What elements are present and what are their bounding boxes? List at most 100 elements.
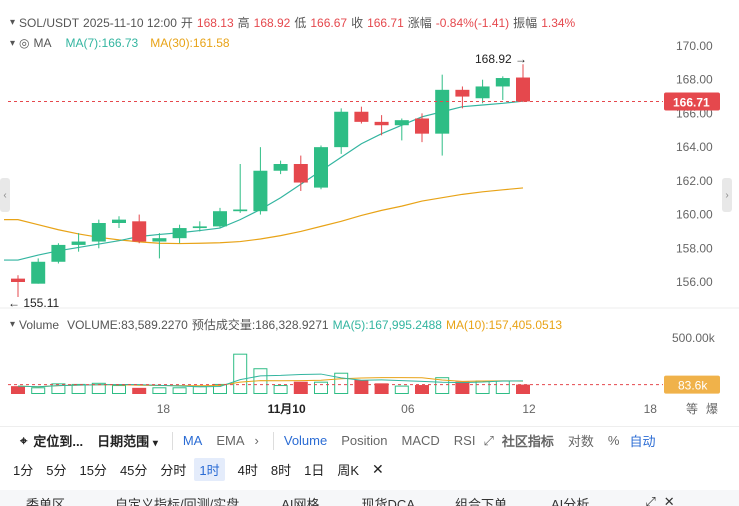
eye-icon[interactable]: ◎ <box>19 36 29 50</box>
volume-tick-label: 500.00k <box>672 331 716 345</box>
collapse-icon[interactable]: ▾ <box>10 38 15 49</box>
volume-bar <box>31 387 46 394</box>
auto-scale-button[interactable]: 自动 <box>629 431 655 450</box>
volume-bar <box>132 387 147 394</box>
tab-custom-indicators[interactable]: 自定义指标/回测/实盘 <box>115 490 239 506</box>
locate-button[interactable]: 定位到... <box>33 431 83 450</box>
chevron-right-icon[interactable]: › <box>255 433 259 448</box>
candle-body[interactable] <box>435 89 450 134</box>
chevron-down-icon: ▾ <box>152 438 158 449</box>
date-range-label: 日期范围 <box>97 434 150 449</box>
date-range-button[interactable]: 日期范围 ▾ <box>97 431 158 450</box>
current-price-label: 166.71 <box>673 95 710 109</box>
ma-label[interactable]: MA <box>34 36 52 50</box>
volume-bar <box>495 380 510 394</box>
candle-body[interactable] <box>475 86 490 99</box>
tab-ai-grid[interactable]: AI网格 <box>281 490 319 506</box>
volume-bar <box>152 387 167 394</box>
interval-1d[interactable]: 1日 <box>304 460 324 479</box>
volume-label[interactable]: Volume <box>19 318 59 332</box>
candle-body[interactable] <box>172 228 187 239</box>
candle-body[interactable] <box>314 147 328 188</box>
candle-body[interactable] <box>213 211 227 227</box>
expand-icon[interactable]: ⤢ <box>645 490 655 506</box>
volume-bar <box>354 380 369 394</box>
interval-4h[interactable]: 4时 <box>238 460 258 479</box>
scroll-right-icon[interactable]: › <box>722 178 732 212</box>
tab-combo-order[interactable]: 组合下单 <box>455 490 507 506</box>
candle-body[interactable] <box>31 261 46 284</box>
chart-canvas[interactable]: 170.00168.00166.00164.00162.00160.00158.… <box>0 0 739 426</box>
candle-body[interactable] <box>11 278 25 282</box>
estimated-volume-value: 预估成交量:186,328.9271 <box>191 318 329 332</box>
collapse-icon[interactable]: ▾ <box>10 319 15 330</box>
volume-bar <box>516 384 530 394</box>
interval-1h[interactable]: 1时 <box>194 457 225 481</box>
amplitude-value: 1.34% <box>541 15 576 30</box>
percent-scale-button[interactable]: % <box>608 433 620 448</box>
candle-body[interactable] <box>192 226 207 229</box>
candle-body[interactable] <box>394 120 409 126</box>
indicator-rsi[interactable]: RSI <box>454 433 476 448</box>
candle-body[interactable] <box>354 111 369 122</box>
candle-body[interactable] <box>455 89 470 97</box>
time-axis-extra-label[interactable]: 等 <box>686 402 698 416</box>
interval-1m[interactable]: 1分 <box>13 460 33 479</box>
candle-body[interactable] <box>233 209 248 212</box>
interval-45m[interactable]: 45分 <box>120 460 147 479</box>
candle-body[interactable] <box>112 219 126 223</box>
candle-body[interactable] <box>293 164 308 183</box>
locate-icon[interactable]: ⌖ <box>20 433 27 449</box>
candle-body[interactable] <box>51 244 66 262</box>
candle-body[interactable] <box>71 241 86 245</box>
indicator-volume[interactable]: Volume <box>284 433 327 448</box>
ma30-value: MA(30):161.58 <box>150 36 230 50</box>
tab-ai-analysis[interactable]: AI分析 <box>551 490 589 506</box>
close-icon[interactable]: ✕ <box>664 490 675 506</box>
volume-bar <box>71 383 86 395</box>
candle-body[interactable] <box>374 121 389 126</box>
tab-orders[interactable]: 委单区 <box>26 490 65 506</box>
change-value: -0.84%(-1.41) <box>435 15 510 30</box>
price-tick-label: 162.00 <box>676 174 713 188</box>
divider <box>171 431 173 450</box>
candle-body[interactable] <box>91 223 106 242</box>
interval-bar: 1分 5分 15分 45分 分时 1时 4时 8时 1日 周K ✕ <box>0 456 739 482</box>
candle-body[interactable] <box>516 77 530 102</box>
volume-bar <box>273 385 288 395</box>
indicator-ema[interactable]: EMA <box>216 433 244 448</box>
tab-spot-dca[interactable]: 现货DCA <box>362 490 415 506</box>
log-scale-button[interactable]: 对数 <box>568 431 594 450</box>
candle-body[interactable] <box>253 170 268 212</box>
scroll-left-icon[interactable]: ‹ <box>0 178 10 212</box>
time-tick-label: 06 <box>401 402 415 416</box>
indicator-position[interactable]: Position <box>341 433 387 448</box>
interval-1w[interactable]: 周K <box>337 460 359 479</box>
candle-body[interactable] <box>273 164 288 171</box>
interval-15m[interactable]: 15分 <box>79 460 106 479</box>
collapse-icon[interactable]: ▾ <box>10 17 15 28</box>
volume-legend: ▾ Volume VOLUME:83,589.2270 预估成交量:186,32… <box>10 316 566 333</box>
close-icon[interactable]: ✕ <box>372 461 384 478</box>
interval-timeline[interactable]: 分时 <box>160 460 186 479</box>
indicator-macd[interactable]: MACD <box>401 433 439 448</box>
price-tick-label: 170.00 <box>676 39 713 53</box>
close-value: 166.71 <box>367 15 404 30</box>
open-label: 开 <box>180 16 193 30</box>
community-indicators-button[interactable]: 社区指标 <box>502 431 554 450</box>
indicator-ma[interactable]: MA <box>183 433 203 448</box>
high-marker-label: 168.92 → <box>475 52 527 66</box>
time-axis-extra-label[interactable]: 爆 <box>706 402 718 416</box>
interval-8h[interactable]: 8时 <box>271 460 291 479</box>
candle-body[interactable] <box>152 238 167 242</box>
ma7-value: MA(7):166.73 <box>65 36 139 50</box>
candle-body[interactable] <box>495 78 510 87</box>
expand-icon[interactable]: ⤢ <box>483 433 493 449</box>
price-tick-label: 164.00 <box>676 140 713 154</box>
candle-body[interactable] <box>334 111 349 148</box>
ma-legend: ▾ ◎ MA MA(7):166.73 MA(30):161.58 <box>10 36 234 50</box>
candle-body[interactable] <box>415 118 429 134</box>
interval-5m[interactable]: 5分 <box>46 460 66 479</box>
amplitude-label: 振幅 <box>513 16 538 30</box>
candle-body[interactable] <box>132 221 147 242</box>
